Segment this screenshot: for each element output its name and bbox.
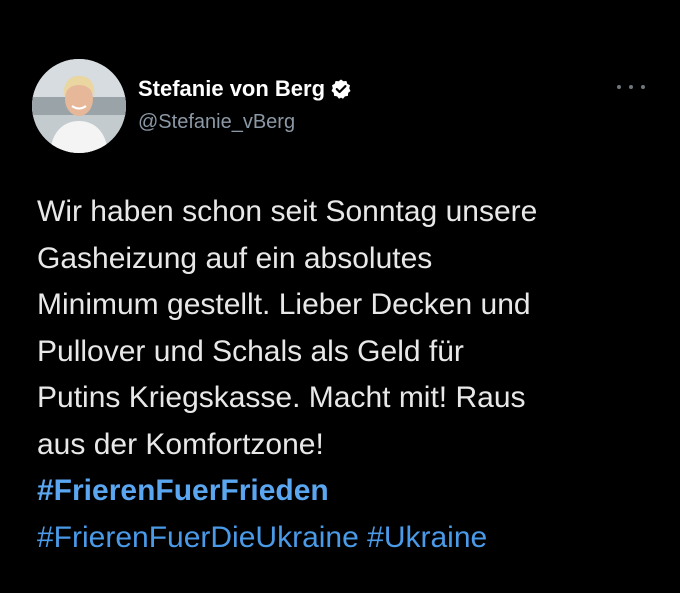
tweet-text-line: Gasheizung auf ein absolutes [37, 241, 433, 275]
dot [617, 85, 621, 89]
tweet-text-line: Wir haben schon seit Sonntag unsere [37, 195, 538, 228]
display-name[interactable]: Stefanie von Berg [138, 76, 352, 102]
verified-badge-icon [330, 78, 352, 100]
hashtag-link[interactable]: #Ukraine [367, 521, 487, 554]
avatar[interactable] [32, 59, 126, 153]
hashtag-link[interactable]: #FrierenFuerFrieden [37, 474, 329, 507]
tweet-text-line: Minimum gestellt. Lieber Decken und [37, 288, 531, 321]
dot [629, 85, 633, 89]
handle[interactable]: @Stefanie_vBerg [138, 111, 295, 134]
tweet-text-line: aus der Komfortzone! [37, 427, 324, 461]
more-dots-icon[interactable] [617, 80, 645, 94]
tweet-card: Stefanie von Berg @Stefanie_vBerg Wir ha… [0, 0, 680, 593]
tweet-text: Wir haben schon seit Sonntag unsere Gash… [37, 189, 657, 561]
tweet-text-line: Putins Kriegskasse. Macht mit! Raus [37, 381, 526, 414]
hashtag-link[interactable]: #FrierenFuerDieUkraine [37, 521, 359, 554]
display-name-text[interactable]: Stefanie von Berg [138, 76, 325, 102]
tweet-text-line: Pullover und Schals als Geld für [37, 334, 464, 368]
dot [641, 85, 645, 89]
